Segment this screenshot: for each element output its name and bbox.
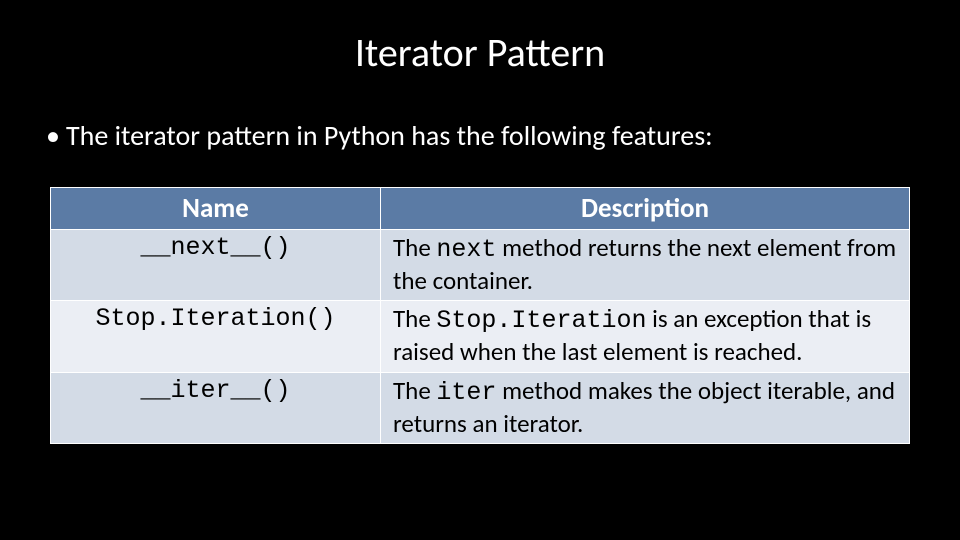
desc-code: iter xyxy=(436,378,496,407)
cell-description: The iter method makes the object iterabl… xyxy=(381,372,910,444)
cell-name: Stop.Iteration() xyxy=(51,301,381,373)
table-row: __next__() The next method returns the n… xyxy=(51,229,910,301)
cell-name: __next__() xyxy=(51,229,381,301)
cell-name: __iter__() xyxy=(51,372,381,444)
desc-code: next xyxy=(436,235,496,264)
col-header-description: Description xyxy=(381,187,910,229)
bullet-text: The iterator pattern in Python has the f… xyxy=(66,119,920,153)
table-header-row: Name Description xyxy=(51,187,910,229)
desc-text: The xyxy=(393,375,436,406)
features-table: Name Description __next__() The next met… xyxy=(50,187,910,445)
col-header-name: Name xyxy=(51,187,381,229)
table-row: Stop.Iteration() The Stop.Iteration is a… xyxy=(51,301,910,373)
desc-text: The xyxy=(393,232,436,263)
page-title: Iterator Pattern xyxy=(40,28,920,77)
cell-description: The Stop.Iteration is an exception that … xyxy=(381,301,910,373)
desc-code: Stop.Iteration xyxy=(436,306,646,335)
cell-description: The next method returns the next element… xyxy=(381,229,910,301)
desc-text: The xyxy=(393,303,436,334)
bullet-dot-icon: • xyxy=(46,119,66,153)
bullet-item: • The iterator pattern in Python has the… xyxy=(40,119,920,153)
table-row: __iter__() The iter method makes the obj… xyxy=(51,372,910,444)
